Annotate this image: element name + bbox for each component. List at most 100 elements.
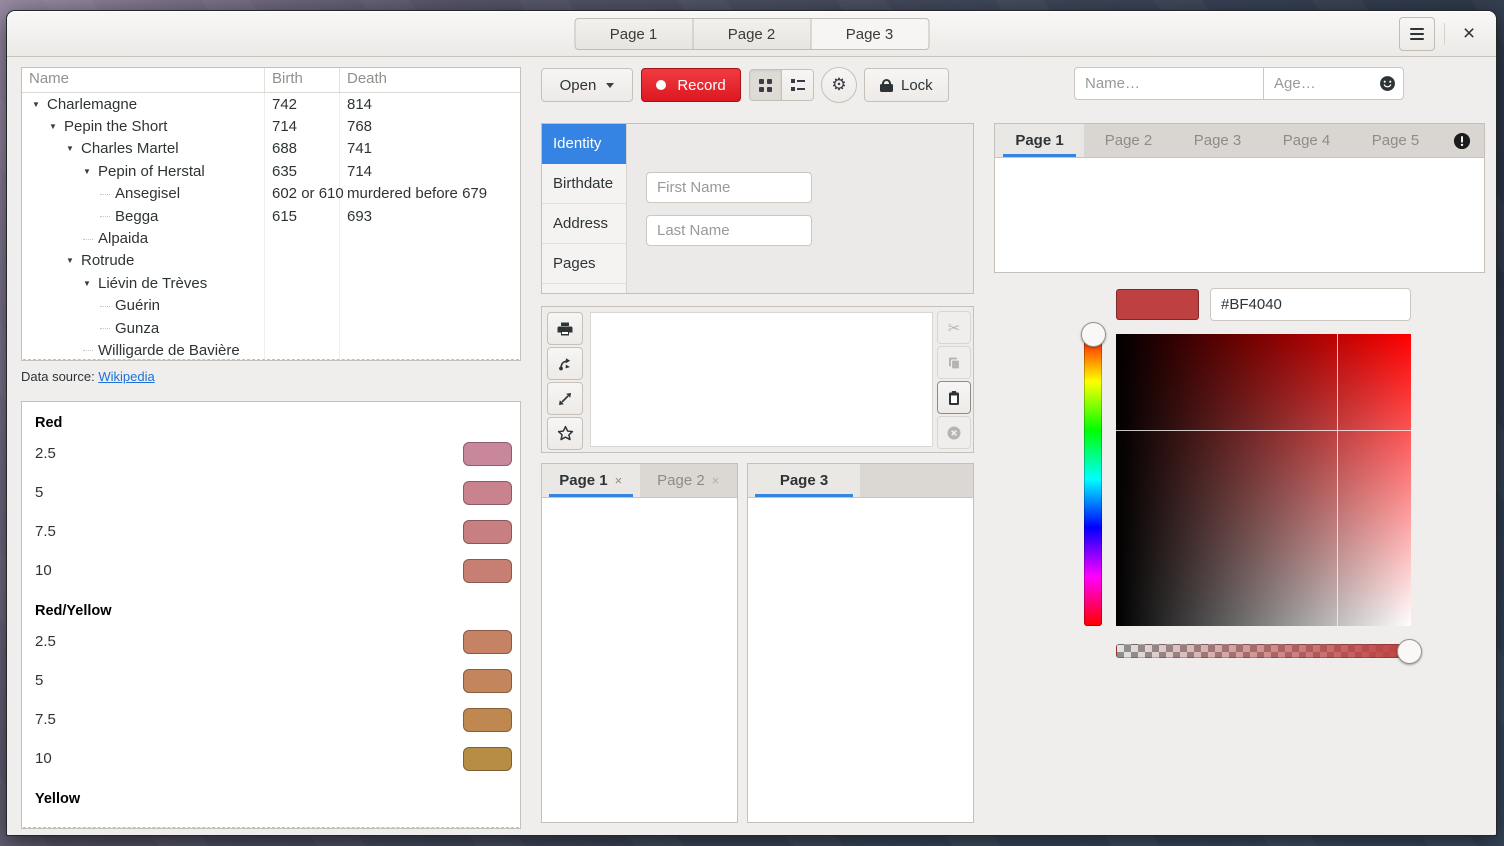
table-row[interactable]: Ansegisel602 or 610murdered before 679 [22, 183, 520, 205]
list-item[interactable]: 10 [22, 739, 520, 778]
grid-view-toggle-button[interactable] [749, 69, 782, 101]
hamburger-menu-button[interactable] [1399, 17, 1435, 51]
wikipedia-link[interactable]: Wikipedia [98, 369, 154, 384]
tree-cell-death: 714 [340, 160, 520, 182]
table-row[interactable]: ▼Charles Martel688741 [22, 138, 520, 160]
tab-page-2[interactable]: Page 2 × [640, 464, 738, 497]
table-row[interactable]: Gunza [22, 317, 520, 339]
table-row[interactable]: ▼Charlemagne742814 [22, 93, 520, 115]
emoji-picker-button[interactable] [1379, 75, 1396, 92]
favorite-button[interactable] [547, 417, 583, 450]
tab-page-5[interactable]: Page 5 [1351, 124, 1440, 157]
tree-cell-birth [265, 250, 340, 272]
name-input[interactable] [1074, 67, 1264, 100]
resize-button[interactable] [547, 382, 583, 415]
share-button[interactable] [547, 347, 583, 380]
list-item[interactable]: 2.5 [22, 434, 520, 473]
paste-button[interactable] [937, 381, 971, 414]
tab-page-2[interactable]: Page 2 [1084, 124, 1173, 157]
table-row[interactable]: Alpaida [22, 227, 520, 249]
tree-cell-name: Ansegisel [22, 183, 265, 205]
color-swatch-button[interactable] [1116, 289, 1199, 320]
saturation-value-plane[interactable] [1116, 334, 1411, 626]
copy-button[interactable] [937, 346, 971, 379]
list-item[interactable]: 5 [22, 661, 520, 700]
list-item[interactable]: 7.5 [22, 700, 520, 739]
tab-close-icon[interactable]: × [615, 473, 623, 488]
expander-icon[interactable]: ▼ [47, 122, 64, 131]
alpha-slider-handle[interactable] [1397, 639, 1422, 664]
expander-icon[interactable]: ▼ [64, 256, 81, 265]
header-tab-page-3[interactable]: Page 3 [810, 18, 929, 50]
lock-button[interactable]: Lock [864, 68, 949, 102]
list-item[interactable]: 2.5 [22, 622, 520, 661]
tree-row-name: Gunza [115, 320, 159, 337]
last-name-field[interactable] [646, 215, 812, 246]
tree-cell-death [340, 295, 520, 317]
notebook-right-bar: Page 3 [748, 464, 973, 498]
tab-page-3[interactable]: Page 3 [748, 464, 860, 497]
cancel-circle-icon [946, 425, 962, 441]
sidebar-item-identity[interactable]: Identity [542, 124, 626, 164]
tree-column-header-name[interactable]: Name [22, 68, 265, 92]
list-item[interactable]: 5 [22, 473, 520, 512]
color-value-label: 10 [35, 750, 463, 767]
copy-icon [946, 355, 962, 371]
expander-icon[interactable]: ▼ [81, 279, 98, 288]
close-window-button[interactable]: × [1454, 19, 1484, 49]
expander-icon[interactable]: ▼ [81, 167, 98, 176]
open-button-label: Open [560, 77, 597, 94]
warning-button[interactable] [1440, 124, 1484, 157]
cancel-button[interactable] [937, 416, 971, 449]
list-item[interactable]: 10 [22, 551, 520, 590]
tab-page-1[interactable]: Page 1 [995, 124, 1084, 157]
table-row[interactable]: Begga615693 [22, 205, 520, 227]
expander-icon[interactable]: ▼ [64, 144, 81, 153]
list-view-icon [791, 79, 805, 91]
tree-column-header-birth[interactable]: Birth [265, 68, 340, 92]
first-name-field[interactable] [646, 172, 812, 203]
scissors-icon: ✂ [948, 319, 961, 337]
alpha-slider[interactable] [1116, 644, 1411, 658]
header-tab-page-2[interactable]: Page 2 [692, 18, 811, 50]
hue-slider[interactable] [1084, 332, 1102, 626]
color-swatch [463, 481, 512, 505]
tab-close-icon[interactable]: × [712, 473, 720, 488]
print-button[interactable] [547, 312, 583, 345]
tab-label: Page 2 [657, 472, 705, 489]
list-view-toggle-button[interactable] [781, 69, 814, 101]
table-row[interactable]: Willigarde de Bavière [22, 339, 520, 361]
color-value-label: 7.5 [35, 711, 463, 728]
drawing-canvas[interactable] [590, 312, 933, 447]
open-menu-button[interactable]: Open [541, 68, 633, 102]
hex-color-input[interactable] [1210, 288, 1411, 321]
table-row[interactable]: Guérin [22, 295, 520, 317]
tree-row-name: Begga [115, 208, 158, 225]
tree-cell-death [340, 317, 520, 339]
tab-page-1[interactable]: Page 1× [542, 464, 640, 497]
color-swatch [463, 442, 512, 466]
grid-view-icon [759, 79, 772, 92]
tab-page-4[interactable]: Page 4 [1262, 124, 1351, 157]
tree-cell-death: 768 [340, 115, 520, 137]
tree-column-header-death[interactable]: Death [340, 68, 520, 92]
table-row[interactable]: ▼Rotrude [22, 250, 520, 272]
list-item[interactable]: 7.5 [22, 512, 520, 551]
tab-page-3[interactable]: Page 3 [1173, 124, 1262, 157]
cut-button[interactable]: ✂ [937, 311, 971, 344]
tree-cell-birth: 742 [265, 93, 340, 115]
tree-cell-birth [265, 227, 340, 249]
table-row[interactable]: ▼Liévin de Trèves [22, 272, 520, 294]
sidebar-item-birthdate[interactable]: Birthdate [542, 164, 626, 204]
table-row[interactable]: ▼Pepin the Short714768 [22, 115, 520, 137]
settings-gear-button[interactable]: ⚙ [821, 67, 857, 103]
tree-cell-death: 741 [340, 138, 520, 160]
header-tab-page-1[interactable]: Page 1 [574, 18, 693, 50]
color-swatch [463, 520, 512, 544]
table-row[interactable]: ▼Pepin of Herstal635714 [22, 160, 520, 182]
expander-icon[interactable]: ▼ [30, 100, 47, 109]
record-button[interactable]: Record [641, 68, 741, 102]
hue-slider-handle[interactable] [1081, 322, 1106, 347]
sidebar-item-address[interactable]: Address [542, 204, 626, 244]
sidebar-item-pages[interactable]: Pages [542, 244, 626, 284]
